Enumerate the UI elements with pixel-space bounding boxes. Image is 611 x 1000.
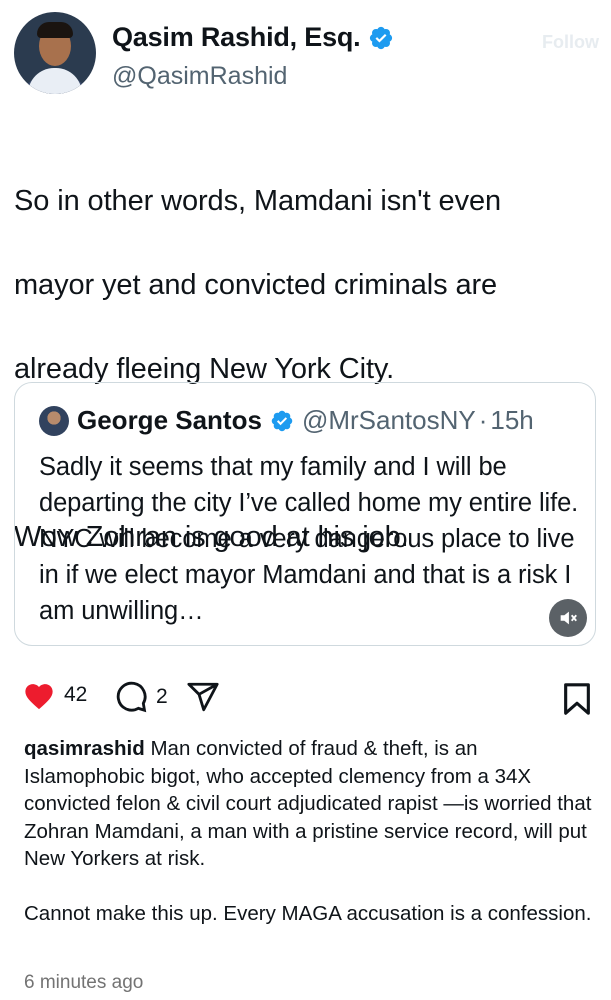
author-avatar[interactable] [14,12,96,94]
quoted-author-name[interactable]: George Santos [77,405,262,436]
comment-icon [116,681,147,713]
like-count: 42 [64,683,88,706]
caption-username[interactable]: qasimrashid [24,737,145,760]
caption-text-2: Cannot make this up. Every MAGA accusati… [24,901,592,925]
comment-button[interactable]: 2 [114,680,168,714]
like-button[interactable]: 42 [22,680,87,710]
tweet-text-line: So in other words, Mamdani isn't even [14,185,502,217]
comment-count: 2 [156,685,168,708]
bookmark-button[interactable] [562,682,592,721]
post-timestamp: 6 minutes ago [24,972,144,993]
author-name[interactable]: Qasim Rashid, Esq. [112,22,361,53]
verified-badge-icon [370,26,393,49]
quoted-author-handle[interactable]: @MrSantosNY [302,405,476,436]
quoted-tweet-text: Sadly it seems that my family and I will… [39,453,579,625]
bookmark-icon [564,683,590,715]
quoted-author-avatar[interactable] [39,405,69,436]
speaker-muted-icon [560,611,577,625]
tweet-header: Qasim Rashid, Esq. @QasimRashid Follow [14,12,599,96]
author-handle[interactable]: @QasimRashid [112,62,287,91]
heart-icon [25,684,53,710]
share-button[interactable] [186,680,220,714]
post-actions-bar: 42 2 [22,680,592,720]
verified-badge-icon [271,410,293,431]
mute-button[interactable] [549,599,587,637]
follow-button[interactable]: Follow [542,32,599,53]
tweet-text-line: mayor yet and convicted criminals are [14,269,498,301]
quoted-tweet-card[interactable]: George Santos @MrSantosNY · 15h Sadly it… [14,382,596,646]
send-icon [187,682,219,712]
dot-separator: · [478,405,488,435]
author-name-row: Qasim Rashid, Esq. [112,22,394,53]
quoted-tweet-time[interactable]: 15h [490,405,533,436]
quoted-tweet-header: George Santos @MrSantosNY · 15h [39,405,534,436]
post-caption: qasimrashid Man convicted of fraud & the… [24,735,594,927]
